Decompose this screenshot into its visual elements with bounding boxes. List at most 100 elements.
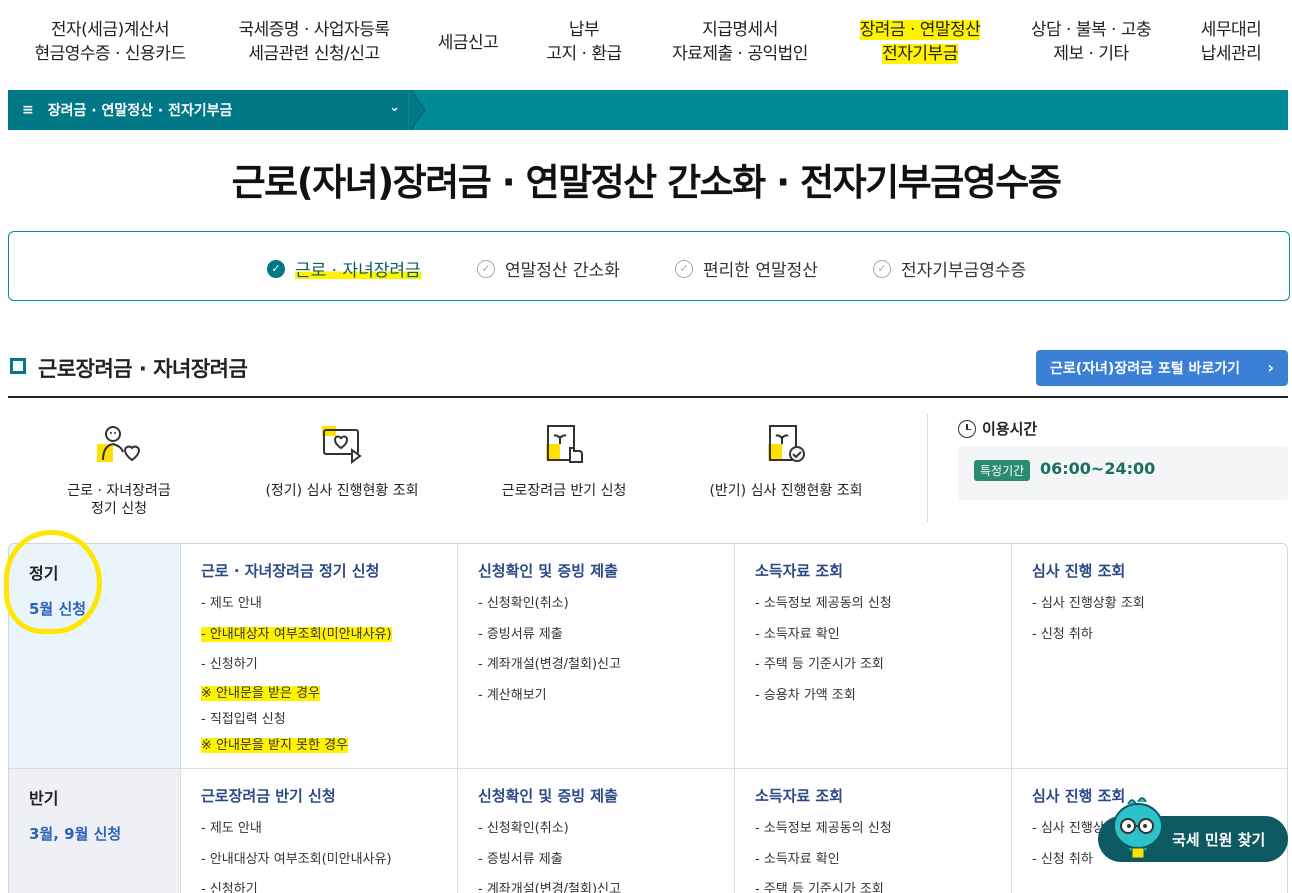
column-title-link[interactable]: 소득자료 조회	[755, 560, 991, 581]
check-icon: ✓	[477, 259, 495, 278]
row-title: 반기	[29, 789, 59, 808]
usage-time-box: 특정기간 06:00~24:00	[958, 446, 1288, 500]
nav-line2: 자료제출 · 공익법인	[672, 44, 808, 64]
tab-incentive[interactable]: ✓ 근로 · 자녀장려금	[267, 256, 421, 281]
quick-link-regular-application[interactable]: 근로 · 자녀장려금 정기 신청	[19, 420, 219, 518]
tab-donation-receipt[interactable]: ✓ 전자기부금영수증	[873, 256, 1026, 281]
find-service-label: 국세 민원 찾기	[1172, 830, 1266, 849]
list-item[interactable]: - 소득자료 확인	[755, 845, 991, 876]
list-item[interactable]: - 소득자료 확인	[755, 620, 991, 651]
nav-line2: 세금관련 신청/신고	[248, 44, 380, 64]
table-column: 심사 진행 조회 - 심사 진행상황 조회 - 신청 취하	[1011, 544, 1287, 768]
list-item-note: ※ 안내문을 받은 경우	[201, 685, 320, 701]
list-item[interactable]: - 소득정보 제공동의 신청	[755, 814, 991, 845]
nav-item-certificates[interactable]: 국세증명 · 사업자등록 세금관련 신청/신고	[226, 18, 402, 66]
tab-bar: ✓ 근로 · 자녀장려금 ✓ 연말정산 간소화 ✓ 편리한 연말정산 ✓ 전자기…	[8, 231, 1290, 301]
tab-easy-year-end[interactable]: ✓ 편리한 연말정산	[675, 256, 818, 281]
list-item[interactable]: - 주택 등 기준시가 조회	[755, 650, 991, 681]
column-title-link[interactable]: 근로 · 자녀장려금 정기 신청	[201, 560, 437, 581]
list-item[interactable]: - 신청확인(취소)	[478, 589, 714, 620]
monitor-heart-icon	[322, 426, 362, 464]
check-icon: ✓	[267, 259, 285, 278]
table-column: 근로장려금 반기 신청 - 제도 안내 - 안내대상자 여부조회(미안내사유) …	[180, 769, 457, 893]
list-item-note: ※ 안내문을 받지 못한 경우	[201, 737, 349, 753]
column-title-link[interactable]: 신청확인 및 증빙 제출	[478, 560, 714, 581]
breadcrumb-label: 장려금 · 연말정산 · 전자기부금	[47, 103, 233, 119]
table-row: 정기 5월 신청 근로 · 자녀장려금 정기 신청 - 제도 안내 - 안내대상…	[9, 544, 1287, 769]
usage-title-text: 이용시간	[982, 420, 1038, 438]
list-item[interactable]: - 신청확인(취소)	[478, 814, 714, 845]
page-title: 근로(자녀)장려금 · 연말정산 간소화 · 전자기부금영수증	[231, 161, 1062, 204]
list-item[interactable]: - 승용차 가액 조회	[755, 681, 991, 712]
check-icon: ✓	[675, 259, 693, 278]
breadcrumb-dropdown[interactable]: ≡ 장려금 · 연말정산 · 전자기부금 ⌄	[8, 90, 408, 130]
section-square-icon	[10, 358, 26, 374]
table-column: 신청확인 및 증빙 제출 - 신청확인(취소) - 증빙서류 제출 - 계좌개설…	[457, 544, 734, 768]
quick-link-regular-status[interactable]: (정기) 심사 진행현황 조회	[242, 420, 442, 500]
nav-item-e-tax-invoice[interactable]: 전자(세금)계산서 현금영수증 · 신용카드	[28, 18, 192, 66]
table-column: 소득자료 조회 - 소득정보 제공동의 신청 - 소득자료 확인 - 주택 등 …	[734, 544, 1011, 768]
clock-icon	[958, 419, 976, 438]
list-item[interactable]: - 직접입력 신청	[201, 707, 437, 733]
column-title-link[interactable]: 신청확인 및 증빙 제출	[478, 785, 714, 806]
list-item[interactable]: - 안내대상자 여부조회(미안내사유)	[201, 845, 437, 876]
list-item[interactable]: - 증빙서류 제출	[478, 845, 714, 876]
nav-line2: 고지 · 환급	[546, 44, 622, 64]
quick-link-halfyear-application[interactable]: 근로장려금 반기 신청	[464, 420, 664, 500]
chevron-right-icon: ›	[1267, 358, 1274, 377]
nav-line1: 지급명세서	[702, 20, 778, 40]
list-item[interactable]: - 신청 취하	[1032, 620, 1269, 651]
top-navigation: 전자(세금)계산서 현금영수증 · 신용카드 국세증명 · 사업자등록 세금관련…	[0, 0, 1292, 88]
portal-shortcut-button[interactable]: 근로(자녀)장려금 포털 바로가기 ›	[1036, 350, 1288, 386]
list-item[interactable]: - 계산해보기	[478, 681, 714, 712]
breadcrumb-separator-icon	[409, 90, 425, 130]
quick-link-label: 근로장려금 반기 신청	[501, 483, 627, 499]
nav-item-payment[interactable]: 납부 고지 · 환급	[538, 18, 630, 66]
row-header: 반기 3월, 9월 신청	[9, 769, 180, 893]
table-row: 반기 3월, 9월 신청 근로장려금 반기 신청 - 제도 안내 - 안내대상자…	[9, 769, 1287, 893]
quick-link-halfyear-status[interactable]: (반기) 심사 진행현황 조회	[686, 420, 886, 500]
nav-item-consultation[interactable]: 상담 · 불복 · 고충 제보 · 기타	[1018, 18, 1164, 66]
status-badge: 특정기간	[974, 460, 1031, 481]
tab-label: 근로 · 자녀장려금	[295, 256, 421, 281]
usage-time-value: 06:00~24:00	[1040, 459, 1156, 478]
nav-line2: 납세관리	[1200, 44, 1262, 64]
list-item[interactable]: - 소득정보 제공동의 신청	[755, 589, 991, 620]
mascot-icon	[1113, 797, 1163, 859]
table-column: 근로 · 자녀장려금 정기 신청 - 제도 안내 - 안내대상자 여부조회(미안…	[180, 544, 457, 768]
nav-item-tax-filing[interactable]: 세금신고	[428, 31, 508, 55]
list-item[interactable]: - 증빙서류 제출	[478, 620, 714, 651]
document-hand-icon	[546, 425, 583, 463]
list-item[interactable]: - 계좌개설(변경/철회)신고	[478, 650, 714, 681]
hamburger-icon: ≡	[22, 102, 34, 118]
nav-line2: 전자기부금	[882, 44, 958, 64]
list-item[interactable]: - 신청하기	[201, 875, 437, 893]
column-title-link[interactable]: 심사 진행 조회	[1032, 560, 1269, 581]
service-table: 정기 5월 신청 근로 · 자녀장려금 정기 신청 - 제도 안내 - 안내대상…	[8, 543, 1288, 893]
section-divider	[8, 396, 1288, 398]
tab-year-end-simplified[interactable]: ✓ 연말정산 간소화	[477, 256, 620, 281]
nav-line1: 세무대리	[1200, 20, 1262, 40]
column-title-link[interactable]: 소득자료 조회	[755, 785, 991, 806]
list-item[interactable]: - 계좌개설(변경/철회)신고	[478, 875, 714, 893]
list-item[interactable]: - 안내대상자 여부조회(미안내사유)	[201, 620, 437, 651]
nav-line1: 납부	[568, 20, 600, 40]
table-column: 신청확인 및 증빙 제출 - 신청확인(취소) - 증빙서류 제출 - 계좌개설…	[457, 769, 734, 893]
nav-line2: 제보 · 기타	[1053, 44, 1129, 64]
list-item[interactable]: - 제도 안내	[201, 589, 437, 620]
nav-line1: 상담 · 불복 · 고충	[1030, 20, 1152, 40]
nav-item-tax-agent[interactable]: 세무대리 납세관리	[1190, 18, 1272, 66]
list-item[interactable]: - 심사 진행상황 조회	[1032, 589, 1269, 620]
nav-item-incentives[interactable]: 장려금 · 연말정산 전자기부금	[842, 18, 998, 66]
list-item[interactable]: - 제도 안내	[201, 814, 437, 845]
nav-item-payment-statements[interactable]: 지급명세서 자료제출 · 공익법인	[662, 18, 818, 66]
list-item[interactable]: - 신청하기	[201, 650, 437, 681]
tab-label: 연말정산 간소화	[505, 261, 620, 281]
vertical-divider	[927, 414, 928, 522]
tab-label: 편리한 연말정산	[703, 261, 818, 281]
column-title-link[interactable]: 근로장려금 반기 신청	[201, 785, 437, 806]
list-item[interactable]: - 주택 등 기준시가 조회	[755, 875, 991, 893]
check-icon: ✓	[873, 259, 891, 278]
highlight-circle-annotation	[4, 530, 102, 634]
portal-button-label: 근로(자녀)장려금 포털 바로가기	[1050, 361, 1240, 377]
